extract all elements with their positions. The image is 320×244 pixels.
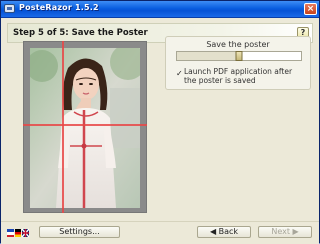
- save-poster-slider[interactable]: [176, 51, 302, 61]
- window-title: PosteRazor 1.5.2: [19, 3, 99, 12]
- slider-thumb[interactable]: [235, 51, 243, 61]
- launch-pdf-label[interactable]: Launch PDF application after the poster …: [184, 67, 306, 85]
- launch-pdf-checkbox[interactable]: ✓: [176, 70, 183, 78]
- poster-page-divider-horizontal: [23, 124, 147, 126]
- settings-button[interactable]: Settings...: [39, 226, 120, 238]
- poster-image: [30, 48, 140, 208]
- step-title: Step 5 of 5: Save the Poster: [13, 28, 148, 38]
- portrait-photo: [30, 48, 140, 208]
- flags-icon[interactable]: [7, 228, 29, 238]
- poster-preview: [23, 41, 147, 213]
- bottom-bar: Settings... ◀ Back Next ▶: [1, 221, 319, 244]
- app-icon: [4, 4, 15, 13]
- poster-page-divider-vertical: [62, 41, 64, 213]
- back-button[interactable]: ◀ Back: [197, 226, 251, 238]
- next-button[interactable]: Next ▶: [258, 226, 312, 238]
- posterazor-window: PosteRazor 1.5.2 × Step 5 of 5: Save the…: [0, 0, 320, 244]
- title-bar[interactable]: PosteRazor 1.5.2 ×: [1, 1, 319, 18]
- close-icon[interactable]: ×: [304, 3, 317, 15]
- slider-fill: [177, 52, 239, 60]
- save-poster-panel: Save the poster ✓ Launch PDF application…: [165, 36, 311, 90]
- save-poster-heading: Save the poster: [206, 40, 270, 49]
